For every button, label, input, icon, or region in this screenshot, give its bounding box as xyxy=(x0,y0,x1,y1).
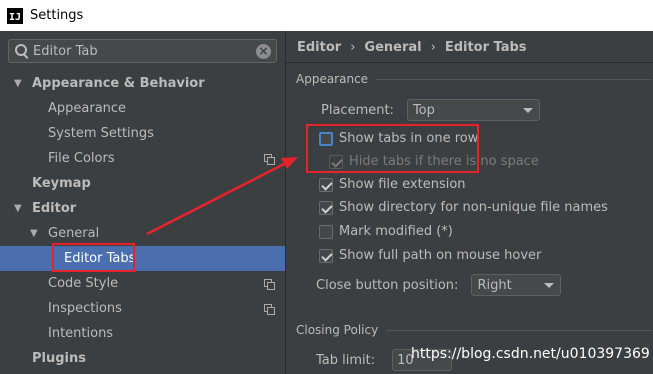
annotation-arrow-icon xyxy=(146,157,298,236)
watermark: https://blog.csdn.net/u010397369 xyxy=(411,346,650,362)
